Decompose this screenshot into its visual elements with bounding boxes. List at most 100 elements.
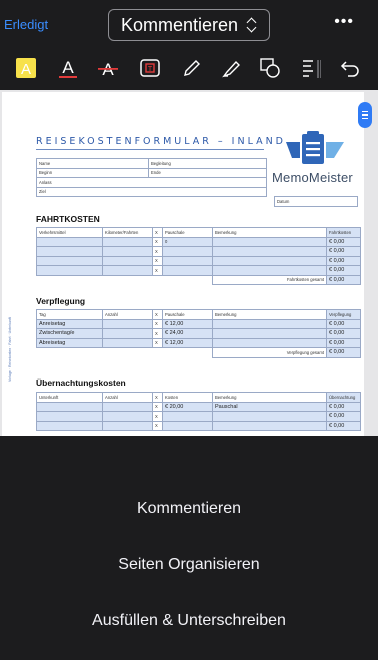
col-header: X: [152, 227, 163, 238]
svg-text:T: T: [148, 66, 153, 73]
table-cell: € 20,00: [162, 401, 213, 412]
table-cell[interactable]: [102, 236, 153, 247]
highlight-icon[interactable]: A: [14, 56, 38, 80]
col-header: Pauschale: [162, 309, 213, 320]
table-cell: X: [152, 255, 163, 266]
table-cell[interactable]: 0: [162, 236, 213, 247]
col-header: Unterkunft: [36, 392, 103, 403]
mode-selector-label: Kommentieren: [120, 14, 239, 35]
ziel-field[interactable]: Ziel: [36, 186, 267, 197]
table-cell: € 0,00: [326, 318, 361, 329]
col-header: Bemerkung: [212, 227, 327, 238]
table-cell[interactable]: [36, 420, 103, 431]
table-cell: X: [152, 246, 163, 257]
table-cell[interactable]: [36, 411, 103, 422]
table-cell[interactable]: [212, 337, 327, 348]
strikethrough-icon[interactable]: A: [96, 56, 120, 80]
col-header: Übernachtung: [326, 392, 361, 403]
menu-item-kommentieren[interactable]: Kommentieren: [0, 500, 378, 518]
table-row: X € 0,00: [36, 265, 361, 276]
more-options-icon[interactable]: •••: [334, 13, 354, 31]
document-page[interactable]: REISEKOSTENFORMULAR – INLAND MemoMeister…: [2, 92, 364, 436]
table-cell[interactable]: [212, 255, 327, 266]
datum-table: Datum: [274, 196, 358, 207]
table-cell[interactable]: Pauschal: [212, 401, 327, 412]
menu-item-seiten-organisieren[interactable]: Seiten Organisieren: [0, 556, 378, 574]
table-cell[interactable]: [102, 255, 153, 266]
col-header: Anzahl: [102, 309, 153, 320]
table-cell[interactable]: [102, 337, 153, 348]
beginn-field[interactable]: Beginn: [36, 167, 149, 178]
title-divider: [36, 149, 264, 150]
table-cell[interactable]: [212, 411, 327, 422]
pencil-icon[interactable]: [180, 56, 204, 80]
col-header: Verkehrsmittel: [36, 227, 103, 238]
table-cell[interactable]: [212, 420, 327, 431]
uebernachtung-table: Unterkunft Anzahl X Kosten Bemerkung Übe…: [36, 392, 361, 431]
table-cell: € 0,00: [326, 328, 361, 339]
ende-field[interactable]: Ende: [148, 167, 267, 178]
table-row: Abreisetag X € 12,00 € 0,00: [36, 337, 361, 348]
table-cell[interactable]: [102, 246, 153, 257]
logo-text: MemoMeister: [272, 170, 353, 185]
table-cell[interactable]: [162, 255, 213, 266]
table-cell[interactable]: [212, 265, 327, 276]
table-cell[interactable]: [102, 265, 153, 276]
table-cell[interactable]: [36, 401, 103, 412]
col-header: Kilometer/Fahrten: [102, 227, 153, 238]
table-row: X € 0,00: [36, 246, 361, 257]
table-cell[interactable]: [212, 236, 327, 247]
col-header: Kosten: [162, 392, 213, 403]
marker-icon[interactable]: [220, 56, 244, 80]
fahrtkosten-heading: FAHRTKOSTEN: [36, 214, 100, 224]
top-bar: Erledigt Kommentieren •••: [0, 0, 378, 48]
table-cell[interactable]: [36, 265, 103, 276]
undo-icon[interactable]: [338, 56, 362, 80]
table-cell: € 0,00: [326, 255, 361, 266]
document-viewer[interactable]: REISEKOSTENFORMULAR – INLAND MemoMeister…: [0, 90, 378, 436]
total-row: Fahrtkosten gesamt € 0,00: [37, 274, 361, 285]
table-cell: Zwischentag/e: [36, 328, 103, 339]
table-row: X € 0,00: [36, 420, 361, 431]
table-cell[interactable]: [102, 420, 153, 431]
table-cell[interactable]: [36, 236, 103, 247]
table-cell[interactable]: [162, 246, 213, 257]
table-cell[interactable]: [162, 411, 213, 422]
table-row: X 0 € 0,00: [36, 236, 361, 247]
table-cell[interactable]: [162, 265, 213, 276]
done-button[interactable]: Erledigt: [4, 17, 48, 32]
total-label: Fahrtkosten gesamt: [212, 274, 327, 285]
textbox-icon[interactable]: T: [138, 56, 162, 80]
table-cell[interactable]: [36, 255, 103, 266]
page-scroll-handle[interactable]: [358, 102, 372, 128]
fahrtkosten-table: Verkehrsmittel Kilometer/Fahrten X Pausc…: [36, 227, 361, 285]
col-header: Tag: [36, 309, 103, 320]
col-header: Bemerkung: [212, 309, 327, 320]
mode-selector-button[interactable]: Kommentieren: [108, 9, 270, 41]
table-cell[interactable]: [102, 411, 153, 422]
begleitung-field[interactable]: Begleitung: [148, 158, 267, 169]
menu-item-ausfuellen-unterschreiben[interactable]: Ausfüllen & Unterschreiben: [0, 612, 378, 630]
text-color-icon[interactable]: A: [56, 56, 80, 80]
table-cell[interactable]: [212, 318, 327, 329]
table-cell[interactable]: [102, 318, 153, 329]
total-label: Verpflegung gesamt: [212, 347, 327, 358]
datum-field[interactable]: Datum: [274, 196, 358, 207]
shapes-icon[interactable]: [258, 56, 282, 80]
uebernachtung-heading: Übernachtungskosten: [36, 378, 126, 388]
table-cell[interactable]: [102, 328, 153, 339]
col-header: Fahrtkosten: [326, 227, 361, 238]
table-cell[interactable]: [36, 246, 103, 257]
name-field[interactable]: Name: [36, 158, 149, 169]
table-row: X € 0,00: [36, 255, 361, 266]
list-icon[interactable]: [298, 56, 322, 80]
svg-text:A: A: [21, 61, 31, 78]
table-row: Anreisetag X € 12,00 € 0,00: [36, 318, 361, 329]
table-cell[interactable]: [102, 401, 153, 412]
table-cell: € 0,00: [326, 411, 361, 422]
col-header: Verpflegung: [326, 309, 361, 320]
table-cell[interactable]: [162, 420, 213, 431]
anlass-field[interactable]: Anlass: [36, 177, 267, 188]
table-cell[interactable]: [212, 328, 327, 339]
table-cell[interactable]: [212, 246, 327, 257]
